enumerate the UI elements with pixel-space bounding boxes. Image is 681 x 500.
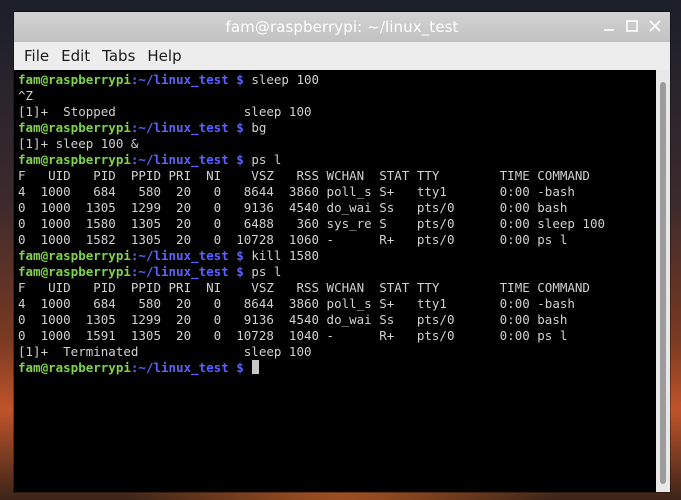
- output-line: ^Z: [18, 88, 656, 104]
- prompt-user: fam@raspberrypi: [18, 152, 131, 167]
- command-text: sleep 100: [251, 72, 320, 87]
- menu-tabs[interactable]: Tabs: [96, 42, 141, 70]
- output-text: 4 1000 684 580 20 0 8644 3860 poll_s S+ …: [18, 296, 575, 311]
- prompt-line: fam@raspberrypi:~/linux_test $ ps l: [18, 264, 656, 280]
- command-text: ps l: [251, 264, 282, 279]
- title-bar[interactable]: fam@raspberrypi: ~/linux_test: [14, 12, 670, 42]
- output-line: 4 1000 684 580 20 0 8644 3860 poll_s S+ …: [18, 296, 656, 312]
- command-text: ps l: [251, 152, 282, 167]
- output-text: 0 1000 1591 1305 20 0 10728 1040 - R+ pt…: [18, 328, 568, 343]
- prompt-user: fam@raspberrypi: [18, 120, 131, 135]
- output-line: 0 1000 1591 1305 20 0 10728 1040 - R+ pt…: [18, 328, 656, 344]
- output-line: [1]+ Stopped sleep 100: [18, 104, 656, 120]
- prompt-path: :~/linux_test $: [130, 248, 244, 263]
- prompt-line: fam@raspberrypi:~/linux_test $: [18, 360, 656, 376]
- terminal-output[interactable]: fam@raspberrypi:~/linux_test $ sleep 100…: [14, 70, 656, 492]
- output-text: [1]+ sleep 100 &: [18, 136, 139, 151]
- scrollbar-thumb[interactable]: [660, 82, 666, 484]
- menu-bar: File Edit Tabs Help: [14, 42, 670, 70]
- prompt-path: :~/linux_test $: [130, 360, 244, 375]
- command-text: bg: [251, 120, 267, 135]
- minimize-icon: [604, 29, 614, 31]
- prompt-line: fam@raspberrypi:~/linux_test $ sleep 100: [18, 72, 656, 88]
- output-line: 0 1000 1580 1305 20 0 6488 360 sys_re S …: [18, 216, 656, 232]
- output-line: F UID PID PPID PRI NI VSZ RSS WCHAN STAT…: [18, 280, 656, 296]
- prompt-line: fam@raspberrypi:~/linux_test $ bg: [18, 120, 656, 136]
- prompt-line: fam@raspberrypi:~/linux_test $ ps l: [18, 152, 656, 168]
- output-line: [1]+ Terminated sleep 100: [18, 344, 656, 360]
- prompt-user: fam@raspberrypi: [18, 72, 131, 87]
- prompt-path: :~/linux_test $: [130, 264, 244, 279]
- output-text: [1]+ Terminated sleep 100: [18, 344, 312, 359]
- output-text: [1]+ Stopped sleep 100: [18, 104, 312, 119]
- prompt-user: fam@raspberrypi: [18, 248, 131, 263]
- window-title: fam@raspberrypi: ~/linux_test: [225, 18, 459, 36]
- minimize-button[interactable]: [600, 17, 618, 35]
- close-icon: [649, 20, 661, 32]
- output-line: 4 1000 684 580 20 0 8644 3860 poll_s S+ …: [18, 184, 656, 200]
- text-cursor: [252, 360, 260, 374]
- prompt-path: :~/linux_test $: [130, 120, 244, 135]
- terminal-window: fam@raspberrypi: ~/linux_test File Edit …: [14, 12, 670, 492]
- output-line: F UID PID PPID PRI NI VSZ RSS WCHAN STAT…: [18, 168, 656, 184]
- output-text: F UID PID PPID PRI NI VSZ RSS WCHAN STAT…: [18, 280, 590, 295]
- prompt-path: :~/linux_test $: [130, 152, 244, 167]
- prompt-user: fam@raspberrypi: [18, 360, 131, 375]
- maximize-button[interactable]: [623, 17, 641, 35]
- output-text: 0 1000 1305 1299 20 0 9136 4540 do_wai S…: [18, 312, 568, 327]
- scrollbar[interactable]: [656, 70, 670, 492]
- output-text: F UID PID PPID PRI NI VSZ RSS WCHAN STAT…: [18, 168, 590, 183]
- close-button[interactable]: [646, 17, 664, 35]
- output-text: 4 1000 684 580 20 0 8644 3860 poll_s S+ …: [18, 184, 575, 199]
- menu-file[interactable]: File: [18, 42, 55, 70]
- output-line: 0 1000 1582 1305 20 0 10728 1060 - R+ pt…: [18, 232, 656, 248]
- output-text: ^Z: [18, 88, 34, 103]
- output-text: 0 1000 1582 1305 20 0 10728 1060 - R+ pt…: [18, 232, 568, 247]
- maximize-icon: [626, 20, 638, 32]
- prompt-user: fam@raspberrypi: [18, 264, 131, 279]
- prompt-path: :~/linux_test $: [130, 72, 244, 87]
- output-line: 0 1000 1305 1299 20 0 9136 4540 do_wai S…: [18, 312, 656, 328]
- prompt-line: fam@raspberrypi:~/linux_test $ kill 1580: [18, 248, 656, 264]
- output-line: [1]+ sleep 100 &: [18, 136, 656, 152]
- menu-edit[interactable]: Edit: [55, 42, 96, 70]
- menu-help[interactable]: Help: [141, 42, 187, 70]
- output-text: 0 1000 1580 1305 20 0 6488 360 sys_re S …: [18, 216, 605, 231]
- command-text: kill 1580: [251, 248, 320, 263]
- output-text: 0 1000 1305 1299 20 0 9136 4540 do_wai S…: [18, 200, 568, 215]
- output-line: 0 1000 1305 1299 20 0 9136 4540 do_wai S…: [18, 200, 656, 216]
